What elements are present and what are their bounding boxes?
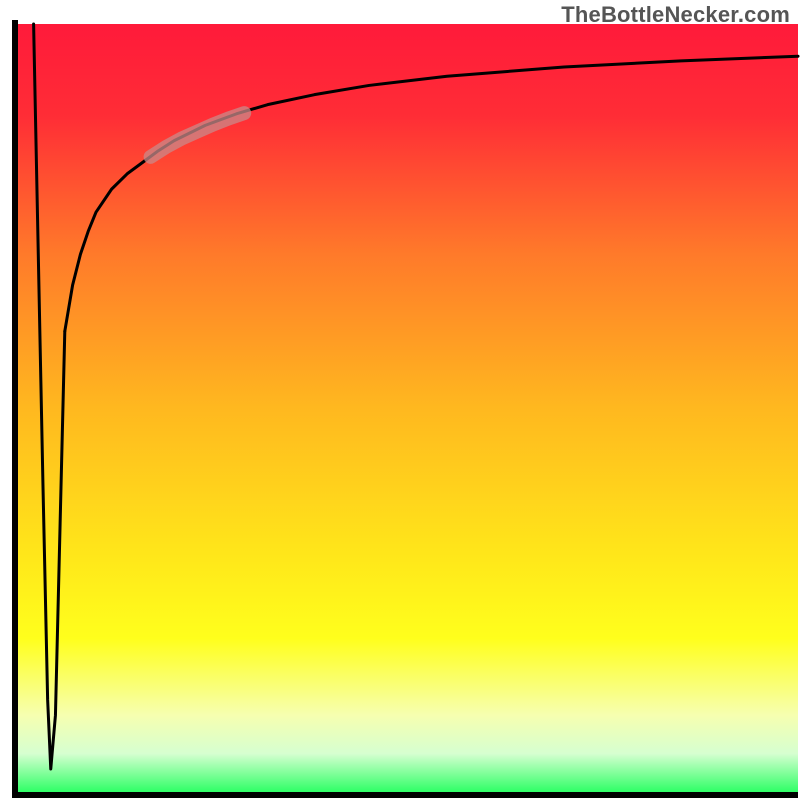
watermark-text: TheBottleNecker.com <box>561 2 790 28</box>
gradient-background <box>18 24 798 792</box>
x-axis <box>12 792 798 798</box>
chart-svg <box>0 0 800 800</box>
chart-container: TheBottleNecker.com <box>0 0 800 800</box>
y-axis <box>12 20 18 796</box>
